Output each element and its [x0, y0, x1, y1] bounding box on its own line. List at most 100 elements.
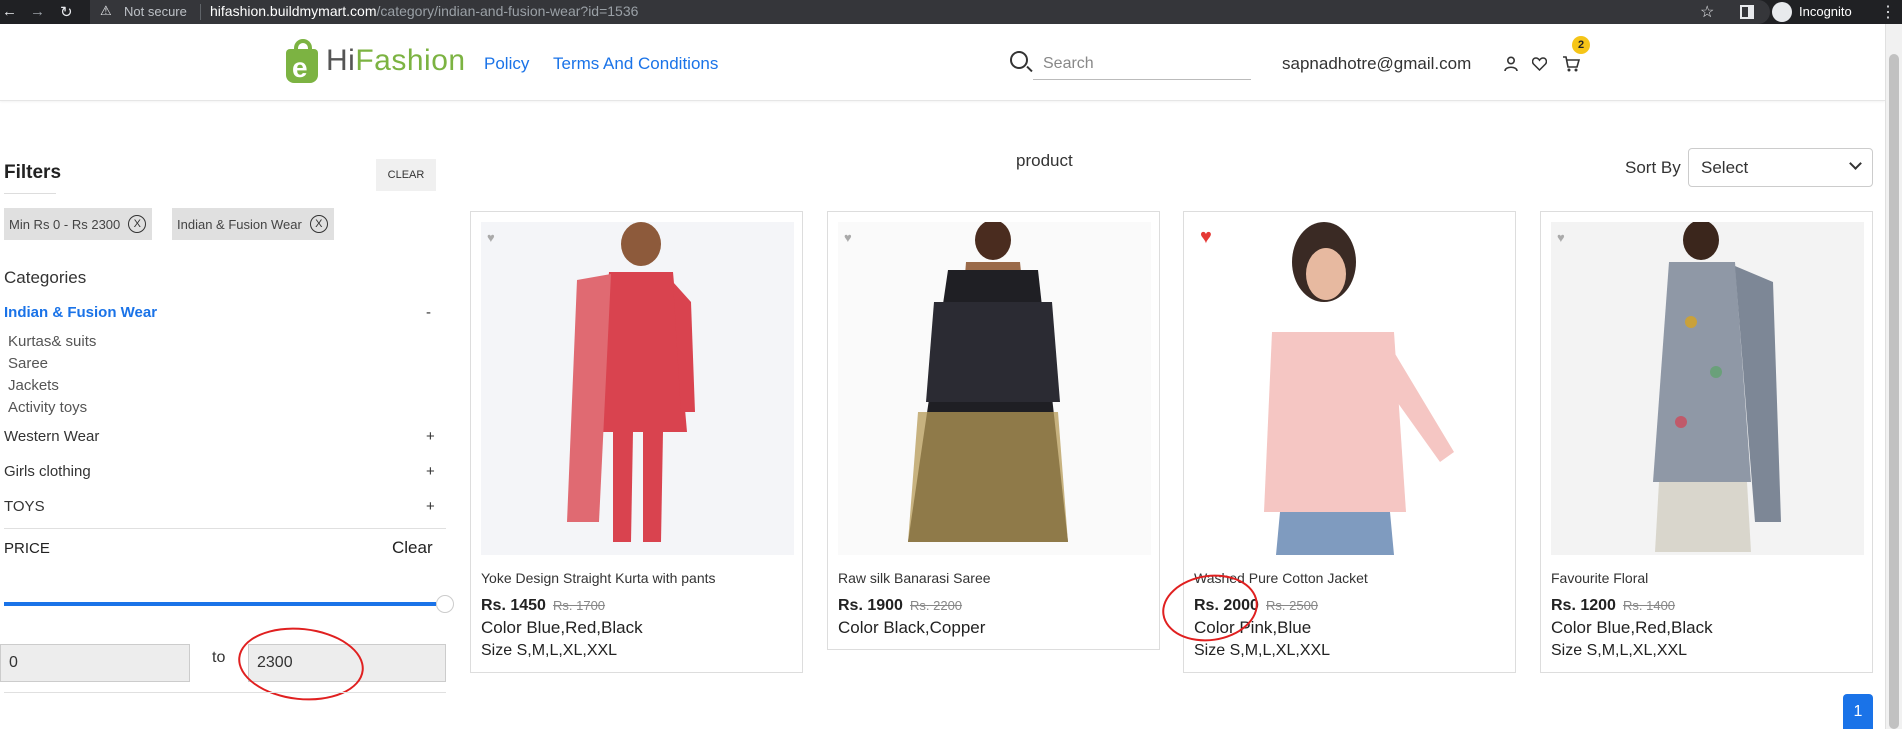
kurta-figure	[567, 222, 695, 542]
price-divider	[4, 528, 446, 529]
annotation-circle	[234, 621, 368, 707]
subcategory-jackets[interactable]: Jackets	[8, 377, 59, 394]
categories-heading: Categories	[4, 268, 87, 287]
subcategory-saree[interactable]: Saree	[8, 355, 48, 372]
wishlist-heart-icon[interactable]: ♥	[844, 230, 852, 245]
cart-icon[interactable]	[1562, 56, 1580, 72]
chip-label: Min Rs 0 - Rs 2300	[9, 216, 121, 232]
back-icon[interactable]: ←	[2, 3, 17, 20]
product-price: Rs. 1900	[838, 597, 903, 614]
search-input[interactable]	[1033, 48, 1251, 80]
side-panel-icon[interactable]	[1740, 5, 1754, 19]
product-card[interactable]: ♥ Yoke Design Straight Kurta with pants …	[470, 211, 803, 673]
page-scrollbar[interactable]	[1885, 24, 1902, 729]
nav-policy-link[interactable]: Policy	[484, 54, 529, 74]
account-email[interactable]: sapnadhotre@gmail.com	[1282, 54, 1471, 74]
remove-chip-icon[interactable]: X	[128, 215, 147, 233]
product-card[interactable]: ♥ Favourite Floral Rs. 1200 Rs. 1400 Col…	[1540, 211, 1873, 673]
url-host: hifashion.buildmymart.com	[210, 3, 377, 19]
product-mrp: Rs. 2500	[1266, 598, 1319, 613]
product-mrp: Rs. 1700	[553, 598, 606, 613]
saree-figure	[908, 222, 1068, 542]
profile-label[interactable]: Incognito	[1799, 4, 1852, 19]
expand-icon[interactable]: +	[426, 428, 435, 445]
product-mrp: Rs. 2200	[910, 598, 963, 613]
bottom-divider	[4, 692, 446, 693]
security-status[interactable]: Not secure	[124, 4, 187, 19]
subcategory-activity-toys[interactable]: Activity toys	[8, 399, 87, 416]
category-toys[interactable]: TOYS	[4, 498, 45, 515]
reload-icon[interactable]: ↻	[60, 3, 73, 21]
product-image[interactable]	[1194, 222, 1507, 555]
logo-mark: e	[292, 52, 308, 83]
chip-label: Indian & Fusion Wear	[177, 216, 302, 232]
product-card[interactable]: ♥ Raw silk Banarasi Saree Rs. 1900 Rs. 2…	[827, 211, 1160, 650]
scrollbar-thumb[interactable]	[1889, 54, 1899, 729]
product-colors: Color Black,Copper	[838, 618, 986, 637]
expand-icon[interactable]: +	[426, 498, 435, 515]
url-text[interactable]: hifashion.buildmymart.com/category/india…	[210, 3, 638, 19]
product-sizes: Size S,M,L,XL,XXL	[1551, 642, 1688, 659]
bookmark-star-icon[interactable]: ☆	[1700, 2, 1714, 22]
sort-select-value: Select	[1701, 157, 1749, 177]
site-logo[interactable]: e HiFashion	[284, 38, 466, 84]
price-min-input[interactable]	[0, 644, 190, 682]
search-icon[interactable]	[1010, 51, 1028, 69]
product-title[interactable]: Yoke Design Straight Kurta with pants	[481, 570, 716, 586]
price-clear-button[interactable]: Clear	[392, 538, 433, 558]
product-price: Rs. 1200	[1551, 597, 1616, 614]
logo-text: HiFashion	[326, 44, 466, 78]
price-title: PRICE	[4, 540, 50, 557]
product-colors: Color Blue,Red,Black	[1551, 618, 1713, 637]
clear-filters-button[interactable]: CLEAR	[376, 159, 436, 191]
wishlist-heart-icon[interactable]: ♥	[1557, 230, 1565, 245]
incognito-icon[interactable]	[1772, 2, 1792, 22]
wishlist-heart-icon[interactable]: ♥	[1200, 226, 1212, 249]
warning-icon[interactable]: ⚠	[100, 3, 112, 19]
expand-icon[interactable]: +	[426, 463, 435, 480]
category-indian-fusion-wear[interactable]: Indian & Fusion Wear	[4, 304, 157, 321]
product-image[interactable]	[1551, 222, 1864, 555]
browser-toolbar: ← → ↻ ⚠ Not secure hifashion.buildmymart…	[0, 0, 1902, 24]
shopping-bag-logo-icon: e	[284, 39, 324, 83]
heart-icon[interactable]	[1532, 57, 1547, 71]
jacket-figure	[1264, 222, 1454, 555]
product-colors: Color Blue,Red,Black	[481, 618, 643, 637]
logo-hi: Hi	[326, 44, 356, 77]
address-divider	[200, 4, 201, 20]
filters-title: Filters	[4, 162, 62, 183]
menu-dots-icon[interactable]: ⋮	[1880, 2, 1896, 22]
floral-figure	[1653, 222, 1781, 552]
page-heading: product	[1016, 151, 1073, 170]
product-image[interactable]	[838, 222, 1151, 555]
chevron-down-icon	[1849, 157, 1862, 170]
product-sizes: Size S,M,L,XL,XXL	[1194, 642, 1331, 659]
product-price: Rs. 1450	[481, 597, 546, 614]
user-icon[interactable]	[1504, 56, 1518, 72]
logo-fashion: Fashion	[355, 44, 466, 77]
remove-chip-icon[interactable]: X	[309, 215, 328, 233]
category-girls-clothing[interactable]: Girls clothing	[4, 463, 91, 480]
nav-terms-link[interactable]: Terms And Conditions	[553, 54, 718, 74]
category-western-wear[interactable]: Western Wear	[4, 428, 99, 445]
cart-count-badge[interactable]: 2	[1572, 36, 1590, 54]
price-slider-handle[interactable]	[436, 595, 454, 613]
product-image[interactable]	[481, 222, 794, 555]
subcategory-kurtas-suits[interactable]: Kurtas& suits	[8, 333, 96, 350]
url-path: /category/indian-and-fusion-wear?id=1536	[376, 3, 639, 19]
price-slider-track[interactable]	[4, 602, 436, 606]
collapse-icon[interactable]: -	[426, 304, 431, 321]
price-to-label: to	[212, 649, 226, 666]
sort-select[interactable]: Select	[1688, 148, 1873, 187]
product-title[interactable]: Favourite Floral	[1551, 570, 1648, 586]
filters-underline	[4, 193, 56, 194]
wishlist-heart-icon[interactable]: ♥	[487, 230, 495, 245]
filter-chip-category: Indian & Fusion Wear X	[172, 208, 334, 240]
product-sizes: Size S,M,L,XL,XXL	[481, 642, 618, 659]
site-header: e HiFashion Policy Terms And Conditions …	[0, 24, 1885, 101]
sort-by-label: Sort By	[1625, 158, 1681, 177]
product-title[interactable]: Raw silk Banarasi Saree	[838, 570, 991, 586]
forward-icon[interactable]: →	[30, 3, 45, 20]
filter-chip-price: Min Rs 0 - Rs 2300 X	[4, 208, 153, 240]
pagination-page-1[interactable]: 1	[1843, 694, 1873, 729]
